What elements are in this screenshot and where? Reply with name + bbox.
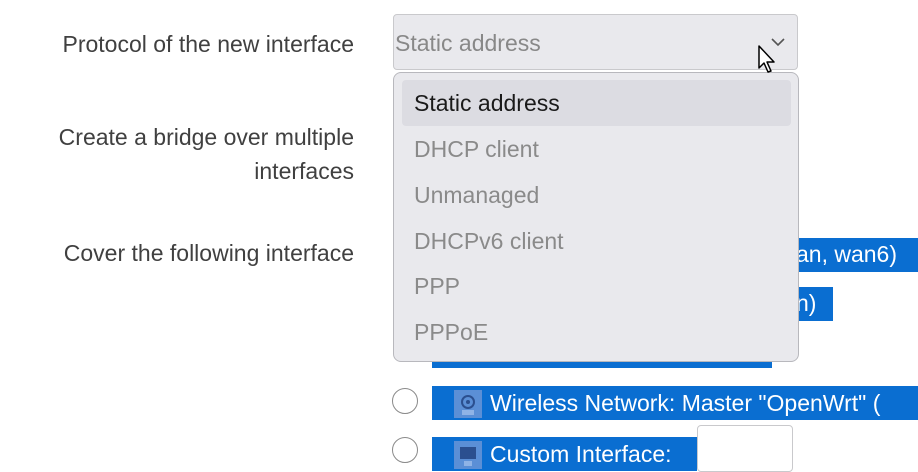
mouse-cursor-icon — [758, 45, 775, 73]
custom-interface-text: Custom Interface: — [490, 441, 672, 467]
wireless-icon — [454, 390, 482, 418]
custom-radio[interactable] — [392, 437, 418, 463]
custom-interface-input[interactable] — [697, 425, 793, 472]
option-ppp[interactable]: PPP — [402, 263, 791, 309]
protocol-select-value: Static address — [395, 30, 541, 56]
option-static-address[interactable]: Static address — [402, 80, 791, 126]
cover-interface-label: Cover the following interface — [63, 240, 354, 266]
wireless-interface-row[interactable]: Wireless Network: Master "OpenWrt" ( — [432, 386, 918, 420]
interface-row-partial-1-text: an, wan6) — [796, 241, 898, 267]
option-dhcpv6-client[interactable]: DHCPv6 client — [402, 218, 791, 264]
protocol-label: Protocol of the new interface — [62, 31, 355, 57]
wireless-interface-text: Wireless Network: Master "OpenWrt" ( — [490, 390, 881, 416]
wireless-radio[interactable] — [392, 388, 418, 414]
network-icon — [454, 441, 482, 469]
option-unmanaged[interactable]: Unmanaged — [402, 172, 791, 218]
custom-interface-row[interactable]: Custom Interface: — [432, 437, 697, 471]
interface-row-partial-1[interactable]: an, wan6) — [790, 238, 918, 272]
option-dhcp-client[interactable]: DHCP client — [402, 126, 791, 172]
interface-row-partial-2-text: n) — [796, 290, 817, 316]
protocol-dropdown: Static address DHCP client Unmanaged DHC… — [393, 72, 799, 362]
bridge-label-text: Create a bridge over multiple interfaces — [58, 124, 354, 184]
protocol-select[interactable]: Static address — [393, 14, 798, 70]
option-pppoe[interactable]: PPPoE — [402, 309, 791, 355]
bridge-label: Create a bridge over multiple interfaces — [24, 120, 354, 188]
